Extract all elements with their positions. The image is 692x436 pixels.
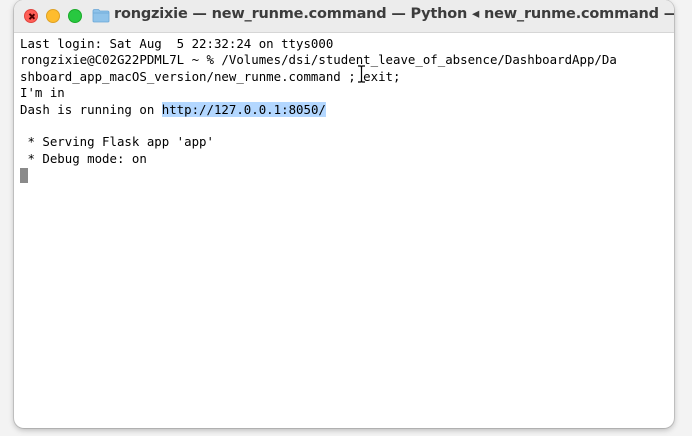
minimize-button[interactable] [46, 9, 60, 23]
terminal-line: shboard_app_macOS_version/new_runme.comm… [20, 68, 401, 84]
prompt-line [20, 167, 670, 184]
terminal-line: Last login: Sat Aug 5 22:32:24 on ttys00… [20, 36, 334, 51]
terminal-line: rongzixie@C02G22PDML7L ~ % /Volumes/dsi/… [20, 52, 617, 68]
terminal-window: rongzixie — new_runme.command — Python ◂… [14, 0, 674, 428]
terminal-output[interactable]: Last login: Sat Aug 5 22:32:24 on ttys00… [20, 36, 670, 416]
terminal-line: I'm in [20, 85, 65, 101]
close-button[interactable] [24, 9, 38, 23]
dash-running-prefix: Dash is running on [20, 101, 162, 117]
zoom-button[interactable] [68, 9, 82, 23]
title-bar[interactable]: rongzixie — new_runme.command — Python ◂… [14, 0, 674, 33]
text-ibeam-cursor-icon [358, 65, 365, 83]
window-title: rongzixie — new_runme.command — Python ◂… [114, 6, 674, 22]
terminal-line: * Serving Flask app 'app' [20, 134, 214, 150]
dash-url-link[interactable]: http://127.0.0.1:8050/ [161, 101, 326, 117]
terminal-line: * Debug mode: on [20, 150, 147, 166]
folder-icon [92, 9, 110, 23]
dash-running-line: Dash is running on http://127.0.0.1:8050… [20, 101, 670, 118]
terminal-cursor [20, 168, 28, 184]
